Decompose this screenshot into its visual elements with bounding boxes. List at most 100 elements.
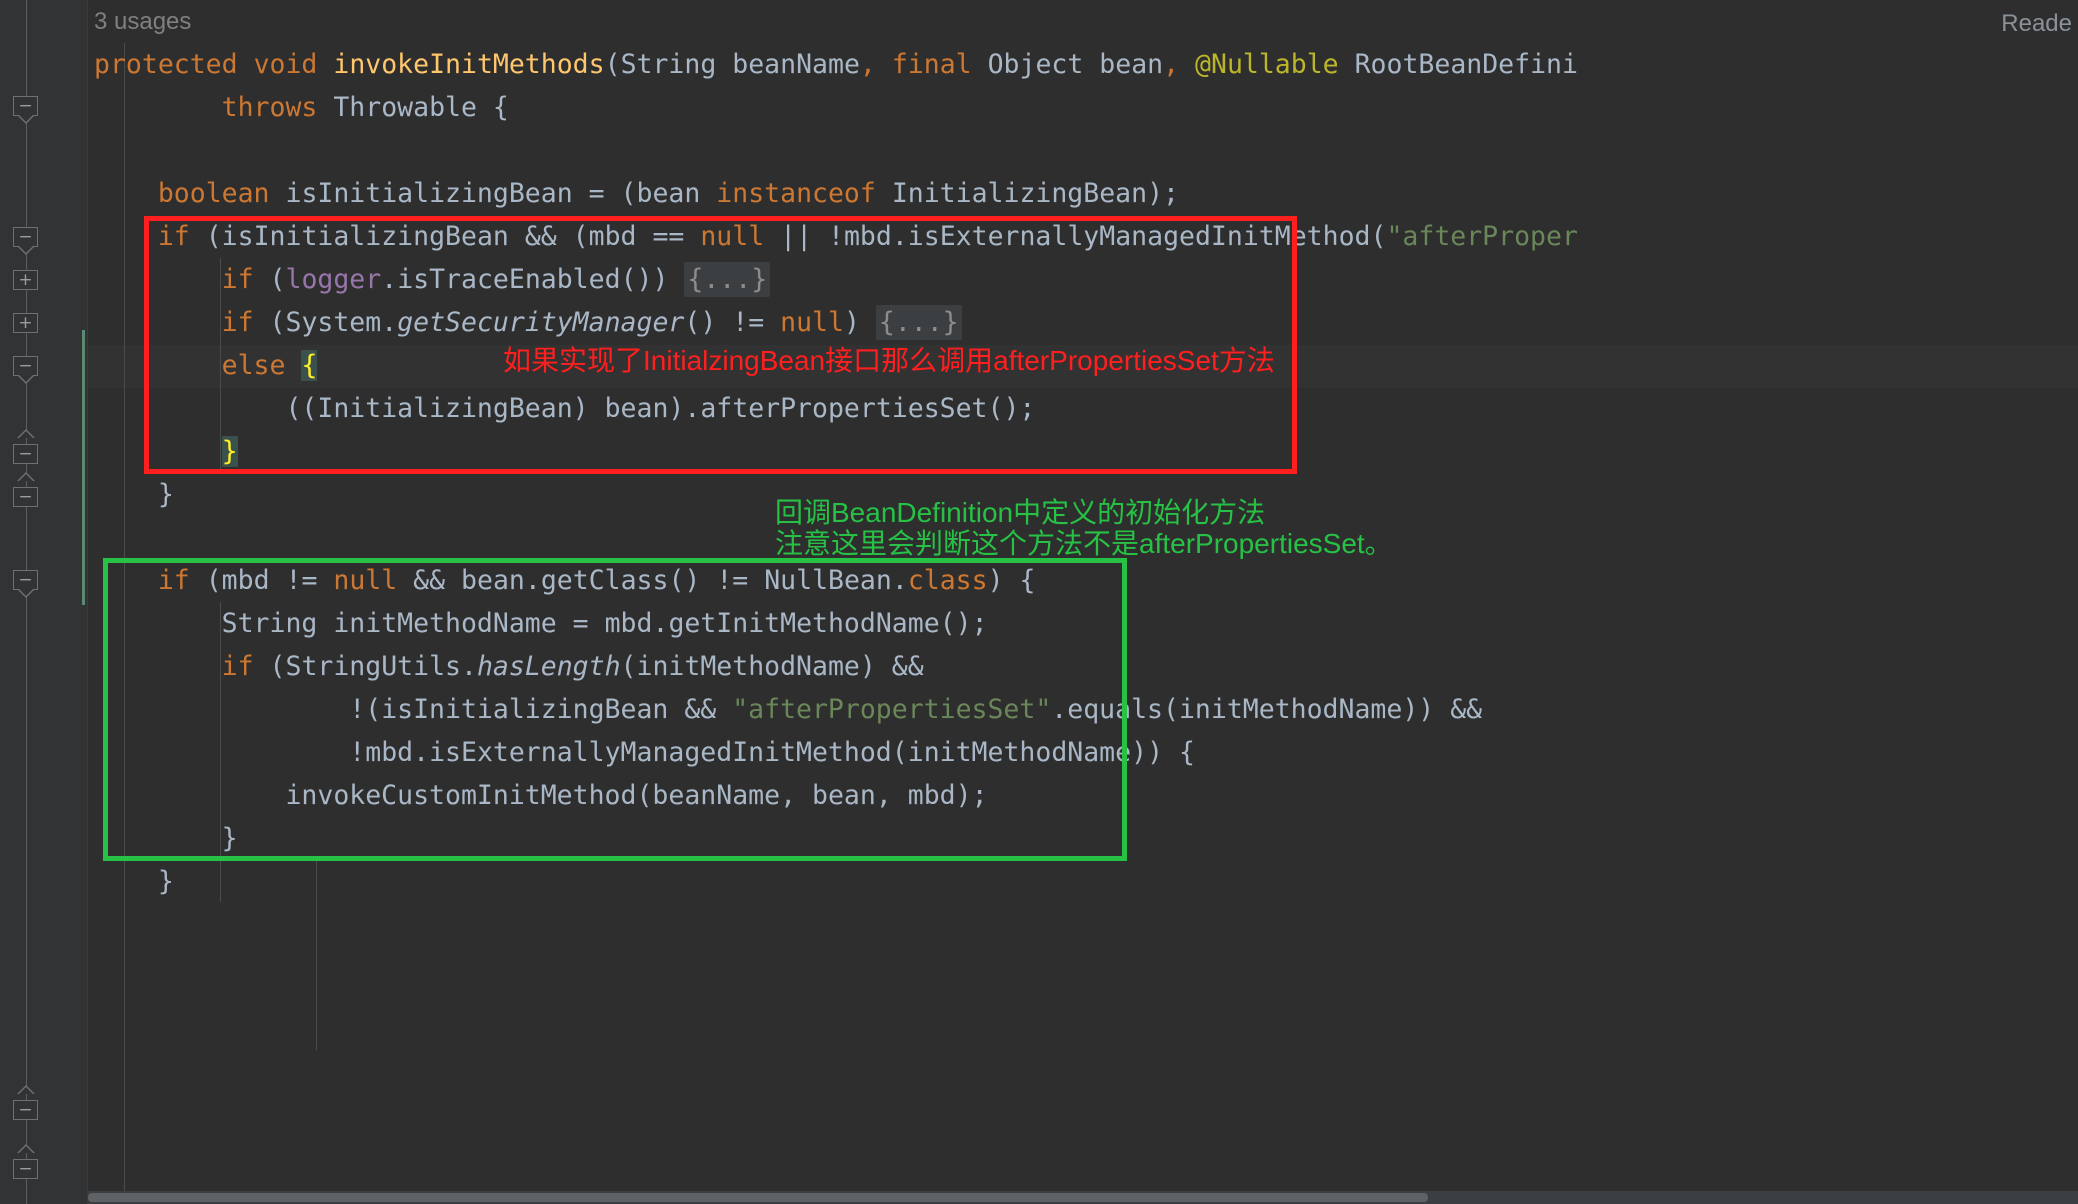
fold-marker-end[interactable]: − (13, 1085, 40, 1120)
var-mbd: mbd (907, 780, 956, 811)
keyword-if: if (221, 264, 254, 295)
var-isinitializingbean: isInitializingBean (285, 178, 573, 209)
fold-glyph: − (18, 487, 33, 507)
code-line-close-else[interactable]: } (94, 430, 238, 473)
var-initmethodname: initMethodName (636, 651, 860, 682)
param-beanname: beanName (732, 49, 860, 80)
keyword-protected: protected (94, 49, 238, 80)
type-throwable: Throwable (333, 92, 477, 123)
code-line-if-haslength[interactable]: if (StringUtils.hasLength(initMethodName… (94, 645, 924, 688)
code-line-throws[interactable]: throws Throwable { (94, 86, 509, 129)
code-line-not-afterpropertiesset[interactable]: !(isInitializingBean && "afterProperties… (94, 688, 1482, 731)
keyword-void: void (253, 49, 318, 80)
fold-marker-collapse[interactable]: − (13, 570, 40, 598)
fold-marker-end[interactable]: − (13, 1144, 40, 1179)
reader-mode-label[interactable]: Reade (2001, 2, 2072, 45)
vcs-change-marker[interactable] (82, 330, 85, 605)
horizontal-scrollbar-track[interactable] (88, 1191, 2078, 1204)
type-nullbean: NullBean (764, 565, 892, 596)
fold-glyph: − (18, 570, 33, 590)
code-content[interactable]: 3 usages Reade protected void invokeInit… (88, 0, 2078, 1204)
code-line-afterpropertiesset-call[interactable]: ((InitializingBean) bean).afterPropertie… (94, 387, 1035, 430)
var-mbd: mbd (221, 565, 270, 596)
keyword-boolean: boolean (157, 178, 270, 209)
var-mbd: mbd (604, 608, 653, 639)
brace-highlight-close: } (221, 436, 238, 467)
code-line-close-inner-if[interactable]: } (94, 817, 238, 860)
keyword-instanceof: instanceof (716, 178, 876, 209)
code-line-close-if[interactable]: } (94, 473, 174, 516)
string-afterproperties: "afterProper (1386, 221, 1578, 252)
type-object: Object (987, 49, 1084, 80)
usages-hint[interactable]: 3 usages (94, 0, 191, 43)
param-bean: bean (636, 178, 701, 209)
code-line-invokecustominitmethod[interactable]: invokeCustomInitMethod(beanName, bean, m… (94, 774, 987, 817)
call-istraceenabled: isTraceEnabled (397, 264, 621, 295)
annotation-nullable: @Nullable (1195, 49, 1339, 80)
string-afterpropertiesset: "afterPropertiesSet" (732, 694, 1052, 725)
code-line-if-securitymanager[interactable]: if (System.getSecurityManager() != null)… (94, 301, 962, 344)
fold-marker-collapse[interactable]: − (13, 227, 40, 255)
call-haslength: hasLength (476, 651, 621, 682)
code-line-else[interactable]: else { (94, 344, 318, 387)
param-bean: bean (1099, 49, 1164, 80)
var-mbd: mbd (365, 737, 414, 768)
fold-glyph: + (18, 270, 33, 290)
fold-marker-end[interactable]: − (13, 472, 40, 507)
fold-glyph: − (18, 1100, 33, 1120)
call-getinitmethodname: getInitMethodName (668, 608, 940, 639)
fold-glyph: − (18, 444, 33, 464)
call-invokecustominitmethod[interactable]: invokeCustomInitMethod (285, 780, 636, 811)
editor-gutter[interactable]: − − + + − − − − − − (0, 0, 88, 1204)
var-mbd: mbd (843, 221, 892, 252)
code-line-signature[interactable]: protected void invokeInitMethods(String … (94, 43, 1578, 86)
brace-close: } (157, 866, 174, 897)
keyword-class: class (907, 565, 988, 596)
var-initmethodname: initMethodName (333, 608, 557, 639)
fold-glyph: − (18, 356, 33, 376)
keyword-null: null (780, 307, 844, 338)
code-line-initmethodname-decl[interactable]: String initMethodName = mbd.getInitMetho… (94, 602, 988, 645)
code-line-not-externallymanaged[interactable]: !mbd.isExternallyManagedInitMethod(initM… (94, 731, 1195, 774)
brace-close: } (221, 823, 238, 854)
method-name[interactable]: invokeInitMethods (333, 49, 604, 80)
fold-marker-collapse[interactable]: − (13, 356, 40, 384)
call-isexternallymanagedinitmethod: isExternallyManagedInitMethod (907, 221, 1371, 252)
brace-highlight-open: { (301, 350, 318, 381)
fold-marker-expand[interactable]: + (13, 270, 40, 297)
type-initializingbean: InitializingBean (891, 178, 1148, 209)
type-rootbeandefinition: RootBeanDefini (1354, 49, 1578, 80)
type-system: System (285, 307, 382, 338)
var-initmethodname: initMethodName (1178, 694, 1403, 725)
fold-marker-expand[interactable]: + (13, 313, 40, 340)
keyword-final: final (891, 49, 972, 80)
type-string: String (221, 608, 318, 639)
code-line-if-mbd-notnull[interactable]: if (mbd != null && bean.getClass() != Nu… (94, 559, 1036, 602)
type-initializingbean: InitializingBean (317, 393, 573, 424)
fold-marker-end[interactable]: − (13, 429, 40, 464)
keyword-if: if (221, 307, 254, 338)
keyword-throws: throws (221, 92, 318, 123)
call-getsecuritymanager: getSecurityManager (397, 307, 685, 338)
param-bean: bean (811, 780, 876, 811)
green-annotation-line1: 回调BeanDefinition中定义的初始化方法 (775, 497, 1266, 528)
fold-glyph: − (18, 96, 33, 116)
horizontal-scrollbar-thumb[interactable] (88, 1193, 1428, 1202)
var-isinitializingbean: isInitializingBean (381, 694, 669, 725)
indent-guide (316, 860, 317, 1050)
keyword-else: else (221, 350, 286, 381)
keyword-if: if (221, 651, 254, 682)
code-line-close-outer-if[interactable]: } (94, 860, 174, 903)
keyword-null: null (333, 565, 398, 596)
fold-marker-collapse[interactable]: − (13, 96, 40, 124)
folded-block[interactable]: {...} (875, 305, 962, 340)
field-logger: logger (285, 264, 382, 295)
code-line-if-isinitializingbean[interactable]: if (isInitializingBean && (mbd == null |… (94, 215, 1578, 258)
folded-block[interactable]: {...} (684, 262, 771, 297)
param-bean: bean (604, 393, 669, 424)
fold-glyph: − (18, 1159, 33, 1179)
code-line-boolean-decl[interactable]: boolean isInitializingBean = (bean insta… (94, 172, 1179, 215)
code-line-if-tracelog[interactable]: if (logger.isTraceEnabled()) {...} (94, 258, 771, 301)
code-editor[interactable]: − − + + − − − − − − 3 usages Reade prote… (0, 0, 2078, 1204)
keyword-if: if (157, 565, 190, 596)
